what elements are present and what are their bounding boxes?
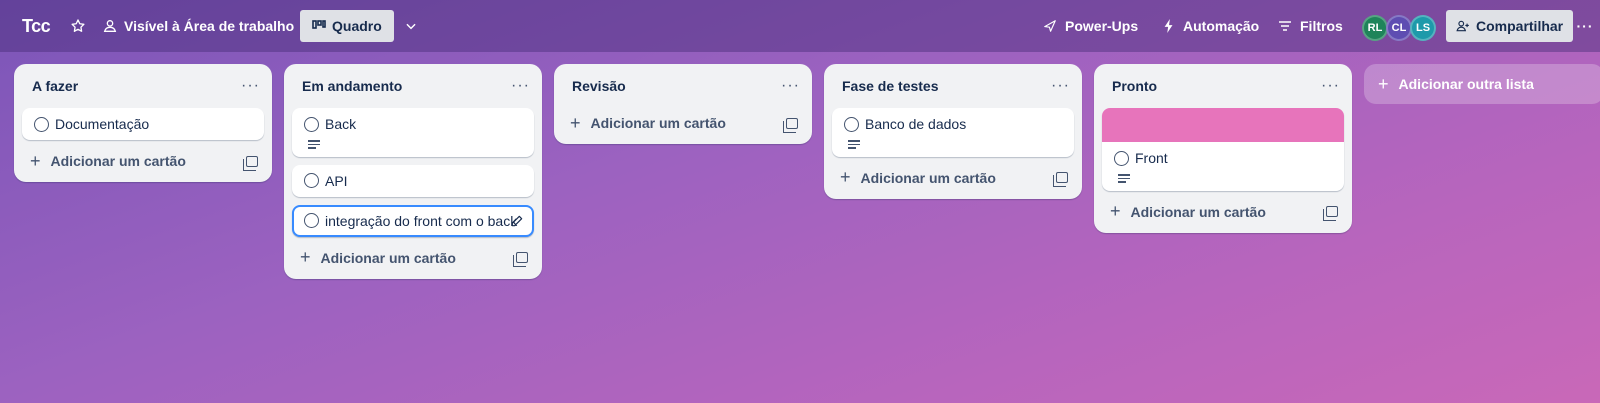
powerups-button[interactable]: Power-Ups (1043, 10, 1138, 42)
description-icon (308, 140, 320, 149)
list-a-fazer: A fazer ··· Documentação + Adicionar um c… (14, 64, 272, 182)
chevron-down-icon[interactable] (400, 10, 422, 42)
add-card-button[interactable]: + Adicionar um cartão (824, 157, 1082, 199)
share-button[interactable]: Compartilhar (1446, 10, 1574, 42)
checkbox-circle-icon[interactable] (304, 173, 319, 189)
visibility-label: Visível à Área de trabalho (124, 18, 295, 34)
add-card-button[interactable]: + Adicionar um cartão (284, 237, 542, 279)
board-icon (312, 20, 326, 29)
card[interactable]: Back (292, 108, 534, 157)
member-avatars: RL CL LS (1362, 12, 1436, 44)
list-menu-icon[interactable]: ··· (1051, 77, 1070, 95)
powerups-label: Power-Ups (1065, 18, 1139, 34)
edit-icon[interactable] (510, 214, 524, 231)
list-title[interactable]: Pronto (1112, 78, 1157, 94)
list-title[interactable]: Fase de testes (842, 78, 939, 94)
add-card-label: Adicionar um cartão (590, 115, 726, 131)
add-person-icon (1456, 20, 1469, 32)
list-fase-de-testes: Fase de testes ··· Banco de dados + Adici… (824, 64, 1082, 199)
view-board-button[interactable]: Quadro (300, 10, 394, 42)
plus-icon: + (30, 150, 41, 171)
filters-button[interactable]: Filtros (1278, 10, 1343, 42)
plus-icon: + (300, 247, 311, 268)
plus-icon: + (570, 112, 581, 133)
board-header: Tcc Visível à Área de trabalho Quadro Po… (0, 0, 1600, 52)
template-icon[interactable] (243, 155, 258, 171)
list-menu-icon[interactable]: ··· (511, 77, 530, 95)
rocket-icon (1044, 20, 1056, 32)
list-pronto: Pronto ··· Front + Adicionar um cartão (1094, 64, 1352, 233)
checkbox-circle-icon[interactable] (34, 116, 49, 132)
card[interactable]: Documentação (22, 108, 264, 140)
automation-label: Automação (1183, 18, 1260, 34)
template-icon[interactable] (1053, 172, 1068, 188)
list-title[interactable]: Em andamento (302, 78, 402, 94)
card-title: Back (325, 116, 357, 132)
list-menu-icon[interactable]: ··· (1321, 77, 1340, 95)
add-list-button[interactable]: + Adicionar outra lista (1364, 64, 1600, 104)
card[interactable]: API (292, 164, 534, 197)
card-title: API (325, 172, 348, 189)
filters-label: Filtros (1300, 18, 1343, 34)
checkbox-circle-icon[interactable] (844, 116, 859, 132)
automation-button[interactable]: Automação (1163, 10, 1259, 42)
add-card-label: Adicionar um cartão (320, 249, 456, 266)
avatar[interactable]: CL (1386, 15, 1412, 41)
description-icon (848, 140, 860, 149)
filter-icon (1279, 21, 1291, 31)
template-icon[interactable] (1323, 206, 1338, 222)
add-card-button[interactable]: + Adicionar um cartão (554, 102, 812, 144)
share-label: Compartilhar (1476, 18, 1564, 34)
template-icon[interactable] (513, 252, 528, 268)
avatar[interactable]: LS (1410, 15, 1436, 41)
checkbox-circle-icon[interactable] (1114, 150, 1129, 166)
avatar[interactable]: RL (1362, 15, 1388, 41)
card-title: Documentação (55, 116, 150, 132)
description-icon (1118, 174, 1130, 183)
card[interactable]: integração do front com o back (292, 204, 534, 237)
card-title: Front (1135, 150, 1168, 166)
list-menu-icon[interactable]: ··· (781, 77, 800, 95)
add-card-label: Adicionar um cartão (860, 169, 996, 186)
plus-icon: + (1378, 73, 1389, 94)
list-em-andamento: Em andamento ··· Back API integração do … (284, 64, 542, 279)
more-icon[interactable]: ··· (1575, 10, 1595, 42)
view-label: Quadro (332, 18, 382, 34)
card[interactable]: Front (1102, 108, 1344, 191)
list-menu-icon[interactable]: ··· (241, 77, 260, 95)
plus-icon: + (840, 167, 851, 188)
checkbox-circle-icon[interactable] (304, 213, 319, 229)
add-card-button[interactable]: + Adicionar um cartão (1094, 191, 1352, 233)
people-icon (103, 20, 117, 32)
card-title: integração do front com o back (325, 212, 518, 229)
list-title[interactable]: A fazer (32, 78, 78, 94)
card-cover (1102, 108, 1344, 142)
list-revisao: Revisão ··· + Adicionar um cartão (554, 64, 812, 144)
card[interactable]: Banco de dados (832, 108, 1074, 157)
list-title[interactable]: Revisão (572, 78, 626, 94)
board-title[interactable]: Tcc (22, 10, 51, 42)
star-icon[interactable] (68, 10, 88, 42)
checkbox-circle-icon[interactable] (304, 116, 319, 132)
visibility-button[interactable]: Visível à Área de trabalho (102, 10, 294, 42)
add-card-label: Adicionar um cartão (1130, 203, 1266, 220)
add-card-label: Adicionar um cartão (50, 153, 186, 169)
add-card-button[interactable]: + Adicionar um cartão (14, 140, 272, 182)
add-list-label: Adicionar outra lista (1398, 76, 1534, 92)
lightning-icon (1164, 19, 1173, 33)
template-icon[interactable] (783, 117, 798, 133)
card-title: Banco de dados (865, 116, 967, 132)
plus-icon: + (1110, 201, 1121, 222)
